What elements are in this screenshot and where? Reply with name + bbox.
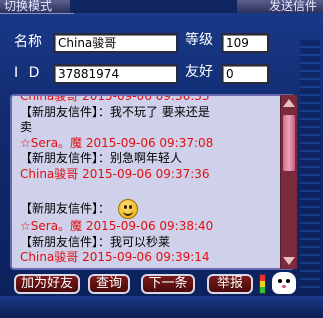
add-friend-button[interactable]: 加为好友 — [14, 274, 80, 294]
chat-line: 【新朋友信件】： — [20, 199, 293, 219]
friendship-field: 0 — [221, 64, 269, 84]
send-message-tab[interactable]: 发送信件 — [237, 0, 323, 13]
chat-scrollbar[interactable] — [280, 95, 297, 269]
chat-line: 【新朋友信件】：我可以秒莱 — [20, 234, 171, 249]
query-button[interactable]: 查询 — [88, 274, 130, 294]
report-button[interactable]: 举报 — [207, 274, 253, 294]
chat-history[interactable]: China骏哥 2015-09-06 09:36:33 【新朋友信件】：我不玩了… — [10, 94, 295, 270]
chat-line: ☆Sera。魔 2015-09-06 09:37:08 — [20, 135, 214, 150]
chat-line: China骏哥 2015-09-06 09:36:33 — [20, 94, 210, 103]
switch-mode-tab[interactable]: 切换模式 — [0, 0, 74, 14]
chat-line: ☆Sera。魔 2015-09-06 09:38:40 — [20, 219, 214, 233]
chat-line: China骏哥 2015-09-06 09:37:36 — [20, 166, 210, 181]
next-message-button[interactable]: 下一条 — [141, 274, 195, 294]
side-decoration — [300, 40, 320, 290]
chat-spacer — [12, 182, 293, 199]
chat-line: 【新朋友信件】：我不玩了 要来还是 — [20, 104, 210, 119]
name-field: China骏哥 — [53, 33, 178, 53]
scroll-thumb[interactable] — [283, 115, 295, 171]
scroll-down-icon[interactable] — [283, 257, 295, 265]
pet-avatar-icon[interactable] — [272, 272, 296, 294]
id-field: 37881974 — [53, 64, 178, 84]
chat-line: 卖 — [20, 120, 33, 134]
chat-line: 【新朋友信件】：别急啊年轻人 — [20, 151, 183, 165]
level-label: 等级 — [185, 32, 213, 48]
chat-line-text: 【新朋友信件】： — [20, 201, 111, 216]
id-label: I D — [14, 65, 43, 81]
scroll-up-icon[interactable] — [283, 99, 295, 107]
smiley-emoticon-icon — [118, 199, 139, 219]
level-field: 109 — [221, 33, 269, 53]
bottom-bar — [0, 296, 323, 318]
chat-line: China骏哥 2015-09-06 09:39:14 — [20, 250, 210, 264]
friendship-label: 友好 — [185, 64, 213, 80]
name-label: 名称 — [14, 34, 42, 50]
title-bar — [70, 0, 243, 13]
signal-indicator-icon — [259, 274, 266, 294]
